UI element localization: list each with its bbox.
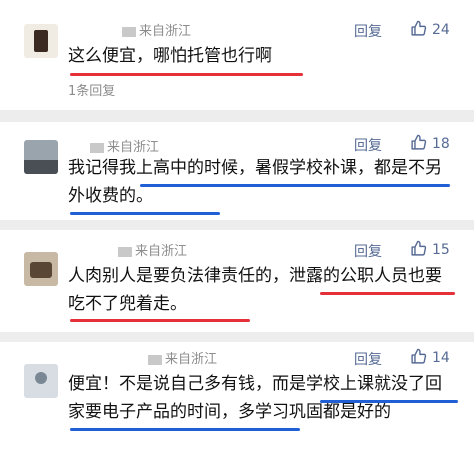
blurred-username xyxy=(118,246,132,257)
commenter-location: 来自浙江 xyxy=(148,348,217,367)
highlight-underline xyxy=(140,184,450,187)
commenter-location: 来自浙江 xyxy=(118,240,187,259)
thumb-up-icon xyxy=(411,134,427,150)
blurred-username xyxy=(90,142,104,153)
comment-text: 人肉别人是要负法律责任的，泄露的公职人员也要吃不了兜着走。 xyxy=(68,266,442,314)
highlight-underline xyxy=(70,319,250,322)
commenter-location: 来自浙江 xyxy=(122,20,191,39)
blurred-username xyxy=(148,354,162,365)
commenter-location: 来自浙江 xyxy=(90,136,159,155)
comment-text: 这么便宜，哪怕托管也行啊 xyxy=(68,46,272,66)
comment-text: 便宜！不是说自己多有钱，而是学校上课就没了回家要电子产品的时间，多学习巩固都是好… xyxy=(68,374,442,422)
like-button[interactable]: 24 xyxy=(410,20,450,38)
thumb-up-icon xyxy=(411,240,427,256)
reply-button[interactable]: 回复 xyxy=(354,21,382,41)
highlight-underline xyxy=(70,73,303,76)
reply-button[interactable]: 回复 xyxy=(354,241,382,261)
comment-card-4: 来自浙江 回复 14 便宜！不是说自己多有钱，而是学校上课就没了回家要电子产品的… xyxy=(0,342,474,454)
comment-card-3: 来自浙江 回复 15 人肉别人是要负法律责任的，泄露的公职人员也要吃不了兜着走。 xyxy=(0,230,474,332)
like-button[interactable]: 18 xyxy=(410,134,450,152)
reply-button[interactable]: 回复 xyxy=(354,135,382,155)
like-button[interactable]: 14 xyxy=(410,348,450,366)
blurred-username xyxy=(122,26,136,37)
avatar[interactable] xyxy=(24,364,58,398)
highlight-underline xyxy=(320,292,455,295)
highlight-underline xyxy=(70,212,220,215)
avatar[interactable] xyxy=(24,140,58,174)
avatar[interactable] xyxy=(24,252,58,286)
avatar[interactable] xyxy=(24,24,58,58)
like-button[interactable]: 15 xyxy=(410,240,450,258)
reply-button[interactable]: 回复 xyxy=(354,349,382,369)
highlight-underline xyxy=(70,428,300,431)
comment-card-1: 来自浙江 回复 24 这么便宜，哪怕托管也行啊 1条回复 xyxy=(0,0,474,110)
thumb-up-icon xyxy=(411,348,427,364)
reply-count-link[interactable]: 1条回复 xyxy=(68,80,115,99)
comment-card-2: 来自浙江 回复 18 我记得我上高中的时候，暑假学校补课，都是不另外收费的。 xyxy=(0,122,474,220)
thumb-up-icon xyxy=(411,20,427,36)
comment-text: 我记得我上高中的时候，暑假学校补课，都是不另外收费的。 xyxy=(68,158,442,206)
highlight-underline xyxy=(320,400,458,403)
